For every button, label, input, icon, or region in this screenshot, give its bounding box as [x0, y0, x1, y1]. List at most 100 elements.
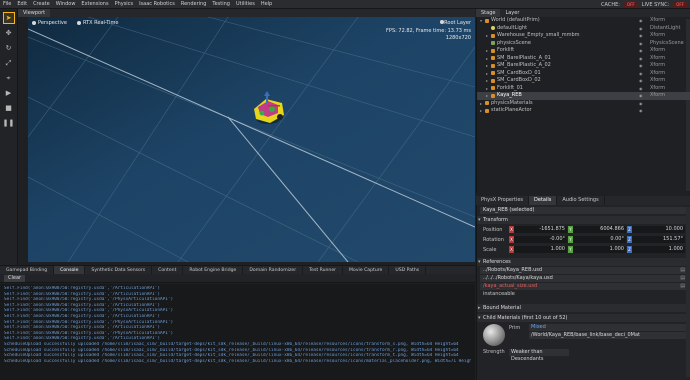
visibility-eye-icon[interactable]: ◉ [639, 32, 643, 40]
menu-bar: File Edit Create Window Extensions Physics Isa… [0, 0, 690, 9]
position-y-field[interactable]: 6004.866 [573, 226, 626, 233]
visibility-eye-icon[interactable]: ◉ [639, 62, 643, 70]
reference-item[interactable]: /kaya_actual_size.usd ▤ [480, 283, 687, 290]
child-materials-section-header[interactable]: Child Materials (first 10 out of 52) [477, 314, 690, 322]
references-section-header[interactable]: References [477, 258, 690, 266]
visibility-eye-icon[interactable]: ◉ [639, 100, 643, 108]
menubar-status: CACHE: OFF LIVE SYNC: OFF [601, 0, 687, 9]
visibility-eye-icon[interactable]: ◉ [639, 17, 643, 25]
pause-icon[interactable]: ❚❚ [3, 117, 15, 129]
visibility-eye-icon[interactable]: ◉ [639, 25, 643, 33]
stage-row[interactable]: ▸ Kaya_REB ◉ Xform [477, 92, 690, 100]
play-icon[interactable]: ▶ [3, 87, 15, 99]
position-z-field[interactable]: 10.000 [632, 226, 685, 233]
tab-audio-settings[interactable]: Audio Settings [557, 196, 605, 205]
menu-extensions[interactable]: Extensions [81, 1, 108, 7]
prim-label: Prim [509, 324, 521, 331]
cache-toggle[interactable]: OFF [623, 1, 638, 8]
menu-window[interactable]: Window [56, 1, 76, 7]
visibility-eye-icon[interactable]: ◉ [639, 107, 643, 115]
stage-tree[interactable]: ▾ World (defaultPrim) ◉ Xform defaultLight ◉ D… [476, 17, 690, 193]
visibility-eye-icon[interactable]: ◉ [639, 40, 643, 48]
move-tool-icon[interactable]: ✥ [3, 27, 15, 39]
rotation-z-field[interactable]: 151.57° [632, 236, 685, 243]
menu-testing[interactable]: Testing [212, 1, 230, 7]
clear-button[interactable]: Clear [4, 275, 26, 282]
visibility-eye-icon[interactable]: ◉ [639, 70, 643, 78]
stage-row-name: staticPlaneActor [491, 107, 532, 113]
stage-row-name: defaultLight [497, 24, 528, 31]
scale-tool-icon[interactable]: ⤢ [3, 57, 15, 69]
xform-icon [491, 86, 495, 91]
reference-item[interactable]: ../../../Robots/Kaya/kaya.usd ▤ [480, 275, 687, 282]
tab-layer[interactable]: Layer [500, 9, 525, 17]
menu-file[interactable]: File [3, 1, 11, 7]
prim-path-field[interactable]: Kaya_REB (selected) [480, 207, 687, 214]
rotation-row: Rotation X -0.00° Y 0.00° Z 151.57° [477, 235, 690, 244]
stage-row[interactable]: ▸ staticPlaneActor ◉ [477, 107, 690, 115]
menu-utilities[interactable]: Utilities [236, 1, 255, 7]
stage-row-name: Forklift [497, 47, 515, 53]
material-path-dropdown[interactable]: /World/Kaya_REB/base_link/base_deci_0Mat [529, 332, 687, 339]
tab-physx-properties[interactable]: PhysX Properties [476, 196, 530, 205]
reference-item[interactable]: ../Robots/Kaya_REB.usd ▤ [480, 267, 687, 274]
viewport-tab-row: Viewport [18, 9, 475, 17]
stage-row[interactable]: ▸ Forklift ◉ Xform [477, 47, 690, 55]
scale-z-field[interactable]: 1.000 [632, 246, 685, 253]
folder-icon[interactable]: ▤ [680, 275, 685, 282]
viewport[interactable]: Perspective RTX Real-Time Root Layer FPS… [28, 17, 475, 262]
property-tab-row: PhysX Properties Details Audio Settings [476, 196, 690, 205]
render-mode-menu[interactable]: RTX Real-Time [76, 20, 119, 26]
rotation-y-field[interactable]: 0.00° [573, 236, 626, 243]
camera-menu[interactable]: Perspective [32, 20, 67, 26]
tool-bar: ➤ ✥ ↻ ⤢ ⌖ ▶ ■ ❚❚ [0, 9, 18, 265]
menu-rendering[interactable]: Rendering [181, 1, 207, 7]
stage-row[interactable]: ▸ Forklift_01 ◉ Xform [477, 85, 690, 93]
instanceable-label: instanceable [483, 291, 515, 297]
stage-row[interactable]: ▸ SM_CardBoxD_02 ◉ Xform [477, 77, 690, 85]
stage-row[interactable]: ▸ SM_BarelPlastic_A_01 ◉ Xform [477, 55, 690, 63]
stage-row[interactable]: ▸ Warehouse_Empty_small_mmbm ◉ Xform [477, 32, 690, 40]
snap-tool-icon[interactable]: ⌖ [3, 72, 15, 84]
visibility-eye-icon[interactable]: ◉ [639, 85, 643, 93]
stop-icon[interactable]: ■ [3, 102, 15, 114]
root-layer-menu[interactable]: Root Layer [386, 20, 471, 27]
tab-viewport[interactable]: Viewport [18, 9, 51, 17]
transform-section-header[interactable]: Transform [477, 216, 690, 224]
strength-dropdown[interactable]: Weaker than Descendants [509, 348, 569, 362]
menu-isaac-robotics[interactable]: Isaac Robotics [139, 1, 175, 7]
folder-icon[interactable]: ▤ [680, 283, 685, 290]
tab-details[interactable]: Details [529, 196, 558, 205]
prim-value: Mixed [529, 324, 687, 331]
xform-icon [491, 33, 495, 38]
scale-x-field[interactable]: 1.000 [514, 246, 567, 253]
folder-icon[interactable]: ▤ [680, 267, 685, 274]
live-sync-toggle[interactable]: OFF [673, 1, 687, 8]
viewport-overlay-right: Root Layer FPS: 72.82, Frame time: 13.73… [386, 20, 471, 42]
bound-material-section-header[interactable]: Bound Material [477, 304, 690, 312]
stage-row[interactable]: ▸ SM_CardBoxD_01 ◉ Xform [477, 70, 690, 78]
stage-row[interactable]: ▸ SM_BarelPlastic_A_02 ◉ Xform [477, 62, 690, 70]
stage-row[interactable]: ▸ physicsMaterials ◉ [477, 100, 690, 108]
menu-edit[interactable]: Edit [17, 1, 27, 7]
rotation-x-field[interactable]: -0.00° [514, 236, 567, 243]
stage-row[interactable]: ▾ World (defaultPrim) ◉ Xform [477, 17, 690, 25]
stage-row[interactable]: physicsScene ◉ PhysicsScene [477, 40, 690, 48]
menu-create[interactable]: Create [33, 1, 50, 7]
visibility-eye-icon[interactable]: ◉ [639, 47, 643, 55]
stage-row-name: World (defaultPrim) [491, 17, 540, 23]
scale-y-field[interactable]: 1.000 [573, 246, 626, 253]
visibility-eye-icon[interactable]: ◉ [639, 92, 643, 100]
position-x-field[interactable]: -1651.875 [514, 226, 567, 233]
menu-help[interactable]: Help [261, 1, 272, 7]
tab-stage[interactable]: Stage [476, 9, 501, 17]
menu-physics[interactable]: Physics [115, 1, 134, 7]
visibility-eye-icon[interactable]: ◉ [639, 55, 643, 63]
stage-row-name: Forklift_01 [497, 84, 523, 91]
stage-row[interactable]: defaultLight ◉ DistantLight [477, 25, 690, 33]
console-output[interactable]: Self.Find('anon:0x908750:registry.usda',… [0, 284, 475, 380]
visibility-eye-icon[interactable]: ◉ [639, 77, 643, 85]
select-tool-icon[interactable]: ➤ [2, 12, 15, 24]
property-scrollbar[interactable] [686, 207, 690, 377]
rotate-tool-icon[interactable]: ↻ [3, 42, 15, 54]
